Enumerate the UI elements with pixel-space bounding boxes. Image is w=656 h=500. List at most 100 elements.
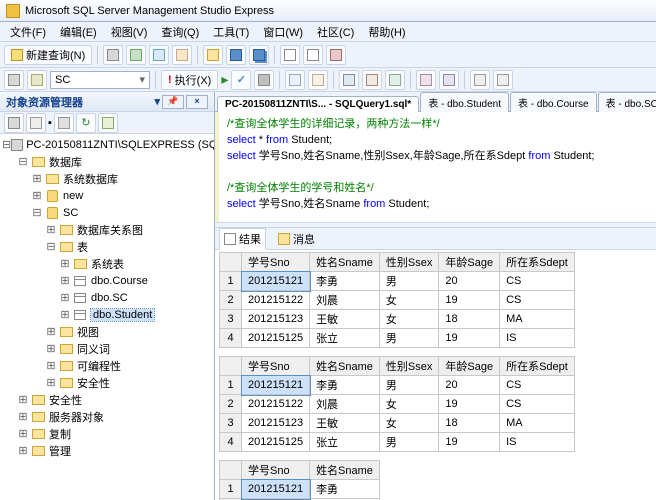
cell[interactable]: 李勇 — [310, 272, 380, 291]
stop-button[interactable] — [254, 70, 274, 90]
tb-connect[interactable] — [4, 70, 24, 90]
col-header[interactable]: 年龄Sage — [439, 253, 500, 272]
tb-q5[interactable] — [385, 70, 405, 90]
synonyms-node[interactable]: ⊞同义词 — [0, 340, 214, 357]
menu-view[interactable]: 视图(V) — [105, 22, 154, 42]
col-header[interactable]: 学号Sno — [242, 461, 310, 480]
menu-file[interactable]: 文件(F) — [4, 22, 52, 42]
tb-btn-prop[interactable] — [303, 45, 323, 65]
cell[interactable]: 201215125 — [242, 433, 310, 452]
tab-sc[interactable]: 表 - dbo.SC — [598, 92, 656, 112]
col-header[interactable]: 所在系Sdept — [500, 253, 575, 272]
tab-student[interactable]: 表 - dbo.Student — [420, 92, 509, 112]
cell[interactable]: IS — [500, 329, 575, 348]
cell[interactable]: 李勇 — [310, 376, 380, 395]
connect-dd[interactable] — [4, 113, 24, 133]
col-header[interactable]: 学号Sno — [242, 253, 310, 272]
cell[interactable]: 男 — [379, 376, 438, 395]
table-sc[interactable]: ⊞dbo.SC — [0, 289, 214, 306]
col-header[interactable]: 姓名Sname — [310, 253, 380, 272]
tb-btn-activity[interactable] — [326, 45, 346, 65]
cell[interactable]: CS — [500, 291, 575, 310]
cell[interactable]: 20 — [439, 272, 500, 291]
tb-btn-list[interactable] — [280, 45, 300, 65]
tb-q6[interactable] — [416, 70, 436, 90]
tb-q1[interactable] — [285, 70, 305, 90]
tb-btn-4[interactable] — [172, 45, 192, 65]
tb-change[interactable] — [27, 70, 47, 90]
cell[interactable]: 女 — [379, 414, 438, 433]
messages-tab[interactable]: 消息 — [274, 229, 319, 249]
parse-button[interactable]: ✓ — [231, 70, 251, 90]
serverobj-node[interactable]: ⊞服务器对象 — [0, 408, 214, 425]
menu-window[interactable]: 窗口(W) — [257, 22, 309, 42]
tb-outdent[interactable] — [493, 70, 513, 90]
menu-help[interactable]: 帮助(H) — [362, 22, 411, 42]
tb-btn-1[interactable] — [103, 45, 123, 65]
cell[interactable]: 王敏 — [310, 414, 380, 433]
sysdb-node[interactable]: ⊞系统数据库 — [0, 170, 214, 187]
table-row[interactable]: 4201215125张立男19IS — [220, 329, 575, 348]
menu-edit[interactable]: 编辑(E) — [54, 22, 103, 42]
refresh[interactable]: ↻ — [76, 113, 96, 133]
cell[interactable]: 刘晨 — [310, 395, 380, 414]
cell[interactable]: 王敏 — [310, 310, 380, 329]
open-file-button[interactable] — [203, 45, 223, 65]
col-header[interactable]: 年龄Sage — [439, 357, 500, 376]
close-icon[interactable]: × — [186, 95, 208, 109]
col-header[interactable]: 所在系Sdept — [500, 357, 575, 376]
col-header[interactable]: 学号Sno — [242, 357, 310, 376]
tab-course[interactable]: 表 - dbo.Course — [510, 92, 597, 112]
menu-community[interactable]: 社区(C) — [311, 22, 360, 42]
cell[interactable]: 男 — [379, 329, 438, 348]
cell[interactable]: 201215123 — [242, 310, 310, 329]
col-header[interactable]: 性别Ssex — [379, 357, 438, 376]
cell[interactable]: MA — [500, 414, 575, 433]
tb-q4[interactable] — [362, 70, 382, 90]
cell[interactable]: 19 — [439, 433, 500, 452]
tb-btn-2[interactable] — [126, 45, 146, 65]
cell[interactable]: 201215125 — [242, 329, 310, 348]
views-node[interactable]: ⊞视图 — [0, 323, 214, 340]
cell[interactable]: 刘晨 — [310, 291, 380, 310]
save-button[interactable] — [226, 45, 246, 65]
dropdown-icon[interactable]: ▾ — [154, 95, 160, 108]
table-row[interactable]: 4201215125张立男19IS — [220, 433, 575, 452]
table-row[interactable]: 1201215121李勇男20CS — [220, 272, 575, 291]
stop-exp[interactable] — [54, 113, 74, 133]
table-row[interactable]: 2201215122刘晨女19CS — [220, 291, 575, 310]
cell[interactable]: 女 — [379, 291, 438, 310]
col-header[interactable]: 姓名Sname — [310, 357, 380, 376]
col-header[interactable]: 姓名Sname — [310, 461, 380, 480]
cell[interactable]: IS — [500, 433, 575, 452]
dbdiag-node[interactable]: ⊞数据库关系图 — [0, 221, 214, 238]
menu-query[interactable]: 查询(Q) — [155, 22, 205, 42]
cell[interactable]: 201215121 — [242, 376, 310, 395]
cell[interactable]: 201215121 — [242, 480, 310, 499]
cell[interactable]: MA — [500, 310, 575, 329]
cell[interactable]: 男 — [379, 433, 438, 452]
tb-btn-3[interactable] — [149, 45, 169, 65]
cell[interactable]: 20 — [439, 376, 500, 395]
cell[interactable]: 201215122 — [242, 395, 310, 414]
tab-query[interactable]: PC-20150811ZNTI\S... - SQLQuery1.sql* — [217, 96, 419, 112]
table-student[interactable]: ⊞dbo.Student — [0, 306, 214, 323]
table-row[interactable]: 1201215121李勇男20CS — [220, 376, 575, 395]
cell[interactable]: 19 — [439, 291, 500, 310]
menu-tools[interactable]: 工具(T) — [207, 22, 255, 42]
tables-node[interactable]: ⊟表 — [0, 238, 214, 255]
cell[interactable]: 18 — [439, 310, 500, 329]
replication-node[interactable]: ⊞复制 — [0, 425, 214, 442]
sql-editor[interactable]: /*查询全体学生的详细记录，两种方法一样*/ select * from Stu… — [215, 112, 656, 222]
security-node[interactable]: ⊞安全性 — [0, 391, 214, 408]
cell[interactable]: 18 — [439, 414, 500, 433]
pin-icon[interactable]: 📌 — [162, 95, 184, 109]
management-node[interactable]: ⊞管理 — [0, 442, 214, 459]
cell[interactable]: 张立 — [310, 329, 380, 348]
db-new-node[interactable]: ⊞new — [0, 187, 214, 204]
cell[interactable]: 201215123 — [242, 414, 310, 433]
cell[interactable]: 19 — [439, 395, 500, 414]
tb-q7[interactable] — [439, 70, 459, 90]
programmability-node[interactable]: ⊞可编程性 — [0, 357, 214, 374]
play-icon[interactable]: ▸ — [221, 71, 228, 88]
